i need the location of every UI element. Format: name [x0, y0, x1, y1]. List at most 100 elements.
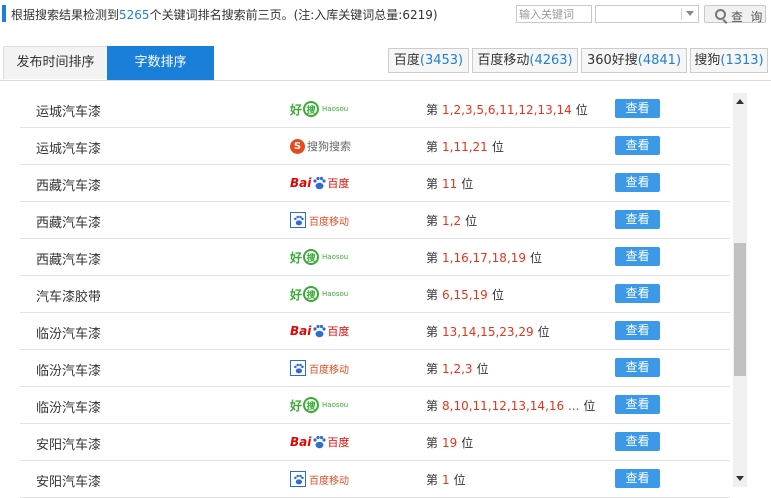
rank-prefix: 第 — [426, 140, 439, 154]
rank-suffix: 位 — [575, 103, 588, 117]
rank-prefix: 第 — [426, 473, 439, 487]
rank-suffix: 位 — [491, 288, 504, 302]
search-icon — [715, 9, 726, 20]
rank-values: 13,14,15,23,29 — [442, 325, 534, 339]
haosou-logo-icon: 好搜 Haosou — [290, 101, 349, 117]
tab-sort-by-date[interactable]: 发布时间排序 — [3, 46, 108, 79]
rank-suffix: 位 — [583, 399, 596, 413]
list-item: 临汾汽车漆 Bai 百度 第 13,14,15,23,29 位 查看 — [20, 313, 730, 350]
haosou-logo-icon: 好搜 Haosou — [290, 249, 349, 265]
list-item: 汽车漆胶带 好搜 Haosou 第 6,15,19 位 查看 — [20, 276, 730, 313]
rank-suffix: 位 — [461, 177, 474, 191]
title-accent-bar — [2, 5, 6, 22]
rank-values: 1,2,3 — [442, 362, 473, 376]
view-button[interactable]: 查看 — [615, 358, 660, 377]
baidu-logo-icon: Bai 百度 — [290, 324, 350, 338]
tab-engine-baidu[interactable]: 百度(3453) — [388, 48, 469, 73]
keyword-text: 临汾汽车漆 — [36, 327, 102, 342]
view-button[interactable]: 查看 — [615, 284, 660, 303]
rank-positions: 第 11 位 — [426, 175, 473, 192]
rank-positions: 第 8,10,11,12,13,14,16 ... 位 — [426, 397, 595, 414]
query-button[interactable]: 查 询 — [704, 5, 766, 24]
keyword-text: 西藏汽车漆 — [36, 179, 102, 194]
list-item: 运城汽车漆 S 搜狗搜索 第 1,11,21 位 查看 — [20, 128, 730, 165]
tab-sort-by-word-count[interactable]: 字数排序 — [107, 46, 214, 80]
rank-values: 1 — [442, 473, 450, 487]
engine-tab-count: (4841) — [637, 53, 682, 68]
rank-suffix: 位 — [537, 325, 550, 339]
keyword-text: 安阳汽车漆 — [36, 475, 102, 490]
view-button[interactable]: 查看 — [615, 469, 660, 488]
rank-values: 1,2 — [442, 214, 462, 228]
view-button[interactable]: 查看 — [615, 99, 660, 118]
rank-suffix: 位 — [530, 251, 543, 265]
baidu-logo-icon: Bai 百度 — [290, 435, 350, 449]
rank-prefix: 第 — [426, 251, 439, 265]
view-button[interactable]: 查看 — [615, 173, 660, 192]
rank-prefix: 第 — [426, 362, 439, 376]
keyword-text: 西藏汽车漆 — [36, 253, 102, 268]
keyword-text: 汽车漆胶带 — [36, 290, 102, 305]
rank-prefix: 第 — [426, 288, 439, 302]
engine-tab-label: 搜狗 — [694, 53, 721, 68]
baidu-mobile-logo-icon: 百度移动 — [290, 210, 349, 230]
ranking-list: 运城汽车漆好搜 Haosou 第 1,2,3,5,6,11,12,13,14 位查看 运城… — [20, 91, 730, 498]
tabs-row: 发布时间排序 字数排序 百度(3453) 百度移动(4263) 360好搜(48… — [0, 46, 771, 81]
baidu-logo-icon: Bai 百度 — [290, 176, 350, 190]
view-button[interactable]: 查看 — [615, 432, 660, 451]
engine-tab-count: (3453) — [419, 53, 464, 68]
tab-engine-360[interactable]: 360好搜(4841) — [581, 48, 687, 73]
view-button[interactable]: 查看 — [615, 136, 660, 155]
summary-prefix: 根据搜索结果检测到 — [11, 8, 120, 22]
filter-select[interactable] — [595, 5, 699, 23]
engine-tab-label: 百度移动 — [477, 53, 530, 68]
list-item: 安阳汽车漆 Bai 百度 第 19 位 查看 — [20, 424, 730, 461]
rank-values: 8,10,11,12,13,14,16 ... — [442, 399, 580, 413]
rank-positions: 第1位 — [426, 471, 466, 488]
keyword-text: 临汾汽车漆 — [36, 364, 102, 379]
list-item: 西藏汽车漆 Bai 百度 第 11 位 查看 — [20, 165, 730, 202]
rank-positions: 第 1,2,3,5,6,11,12,13,14 位 — [426, 101, 588, 118]
list-item: 西藏汽车漆 百度移动 第 1,2 位 查看 — [20, 202, 730, 239]
list-item: 临汾汽车漆 百度移动 第 1,2,3 位 查看 — [20, 350, 730, 387]
rank-positions: 第 1,2 位 — [426, 212, 477, 229]
summary-suffix: 个关键词排名搜索前三页。(注:入库关键词总量:6219) — [149, 8, 438, 22]
keyword-text: 临汾汽车漆 — [36, 401, 102, 416]
rank-positions: 第 1,16,17,18,19 位 — [426, 249, 542, 266]
view-button[interactable]: 查看 — [615, 395, 660, 414]
rank-prefix: 第 — [426, 399, 439, 413]
rank-suffix: 位 — [491, 140, 504, 154]
view-button[interactable]: 查看 — [615, 247, 660, 266]
query-button-label: 查 询 — [731, 10, 765, 24]
rank-positions: 第 19 位 — [426, 434, 473, 451]
rank-positions: 第 13,14,15,23,29 位 — [426, 323, 550, 340]
scroll-up-arrow-icon[interactable] — [736, 99, 744, 104]
rank-positions: 第 1,2,3 位 — [426, 360, 489, 377]
engine-tab-label: 百度 — [393, 53, 420, 68]
keyword-text: 西藏汽车漆 — [36, 216, 102, 231]
view-button[interactable]: 查看 — [615, 210, 660, 229]
list-item: 运城汽车漆 好搜 Haosou 第 1,2,3,5,6,11,12,13,14 位 查看 — [20, 91, 730, 128]
haosou-logo-icon: 好搜 Haosou — [290, 397, 349, 413]
list-scrollbar[interactable] — [733, 93, 747, 487]
rank-prefix: 第 — [426, 325, 439, 339]
engine-tab-count: (1313) — [720, 53, 764, 68]
sogou-logo-icon: S 搜狗搜索 — [290, 136, 351, 156]
scrollbar-thumb[interactable] — [734, 243, 746, 376]
engine-tab-count: (4263) — [529, 53, 573, 68]
rank-values: 11 — [442, 177, 458, 191]
rank-values: 1,11,21 — [442, 140, 488, 154]
rank-suffix: 位 — [453, 473, 466, 487]
tab-engine-baidu-mobile[interactable]: 百度移动(4263) — [472, 48, 578, 73]
rank-values: 1,2,3,5,6,11,12,13,14 — [442, 103, 572, 117]
view-button[interactable]: 查看 — [615, 321, 660, 340]
rank-positions: 第 1,11,21 位 — [426, 138, 504, 155]
keyword-text: 运城汽车漆 — [36, 105, 102, 120]
scroll-down-arrow-icon[interactable] — [736, 476, 744, 481]
rank-prefix: 第 — [426, 177, 439, 191]
tab-engine-sogou[interactable]: 搜狗(1313) — [690, 48, 768, 73]
chevron-down-icon[interactable] — [686, 11, 694, 16]
keyword-search-input[interactable] — [516, 5, 592, 23]
rank-prefix: 第 — [426, 436, 439, 450]
rank-values: 19 — [442, 436, 458, 450]
